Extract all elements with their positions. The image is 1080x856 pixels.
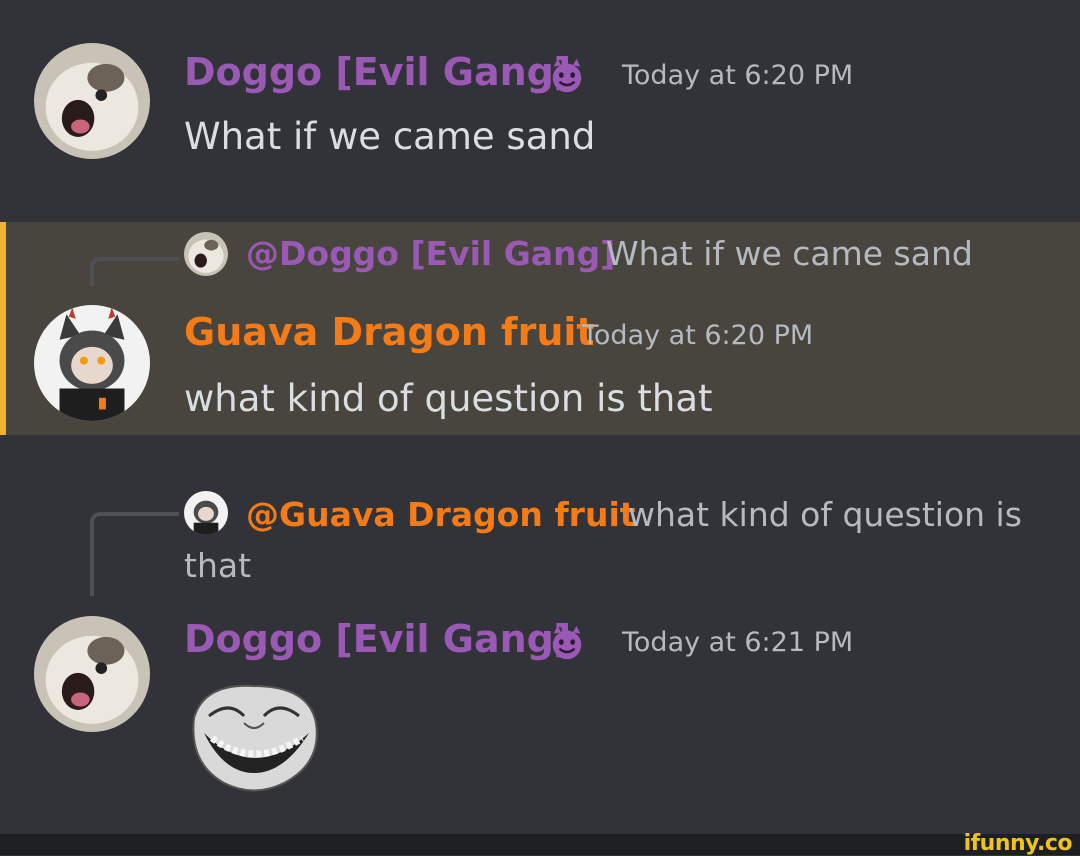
reply-mention[interactable]: @Guava Dragon fruit (246, 495, 636, 534)
message-timestamp: Today at 6:21 PM (622, 627, 854, 658)
avatar-guava[interactable] (34, 305, 150, 421)
reply-avatar-doggo[interactable] (184, 232, 228, 276)
message-author[interactable]: Doggo [Evil Gang] (184, 50, 571, 94)
footer-bar (0, 834, 1080, 855)
message-text: What if we came sand (184, 115, 596, 158)
reply-mention[interactable]: @Doggo [Evil Gang] (246, 234, 615, 273)
message-author[interactable]: Doggo [Evil Gang] (184, 617, 571, 661)
smiling-imp-emoji-icon (548, 57, 586, 95)
smiling-imp-emoji-icon (548, 624, 586, 662)
reply-preview-text[interactable]: what kind of question is (628, 495, 1022, 534)
reply-connector (90, 512, 179, 596)
trollface-image[interactable] (184, 678, 324, 798)
message-author[interactable]: Guava Dragon fruit (184, 310, 595, 354)
avatar-doggo[interactable] (34, 616, 150, 732)
watermark-logo: ifunny.co (963, 831, 1073, 856)
reply-preview-text-wrap[interactable]: that (184, 546, 251, 585)
message-timestamp: Today at 6:20 PM (582, 320, 814, 351)
reply-preview-text[interactable]: What if we came sand (606, 234, 973, 273)
message-text: what kind of question is that (184, 377, 713, 420)
reply-connector (90, 257, 179, 286)
reply-avatar-guava[interactable] (184, 491, 228, 535)
message-timestamp: Today at 6:20 PM (622, 60, 854, 91)
avatar-doggo[interactable] (34, 43, 150, 159)
